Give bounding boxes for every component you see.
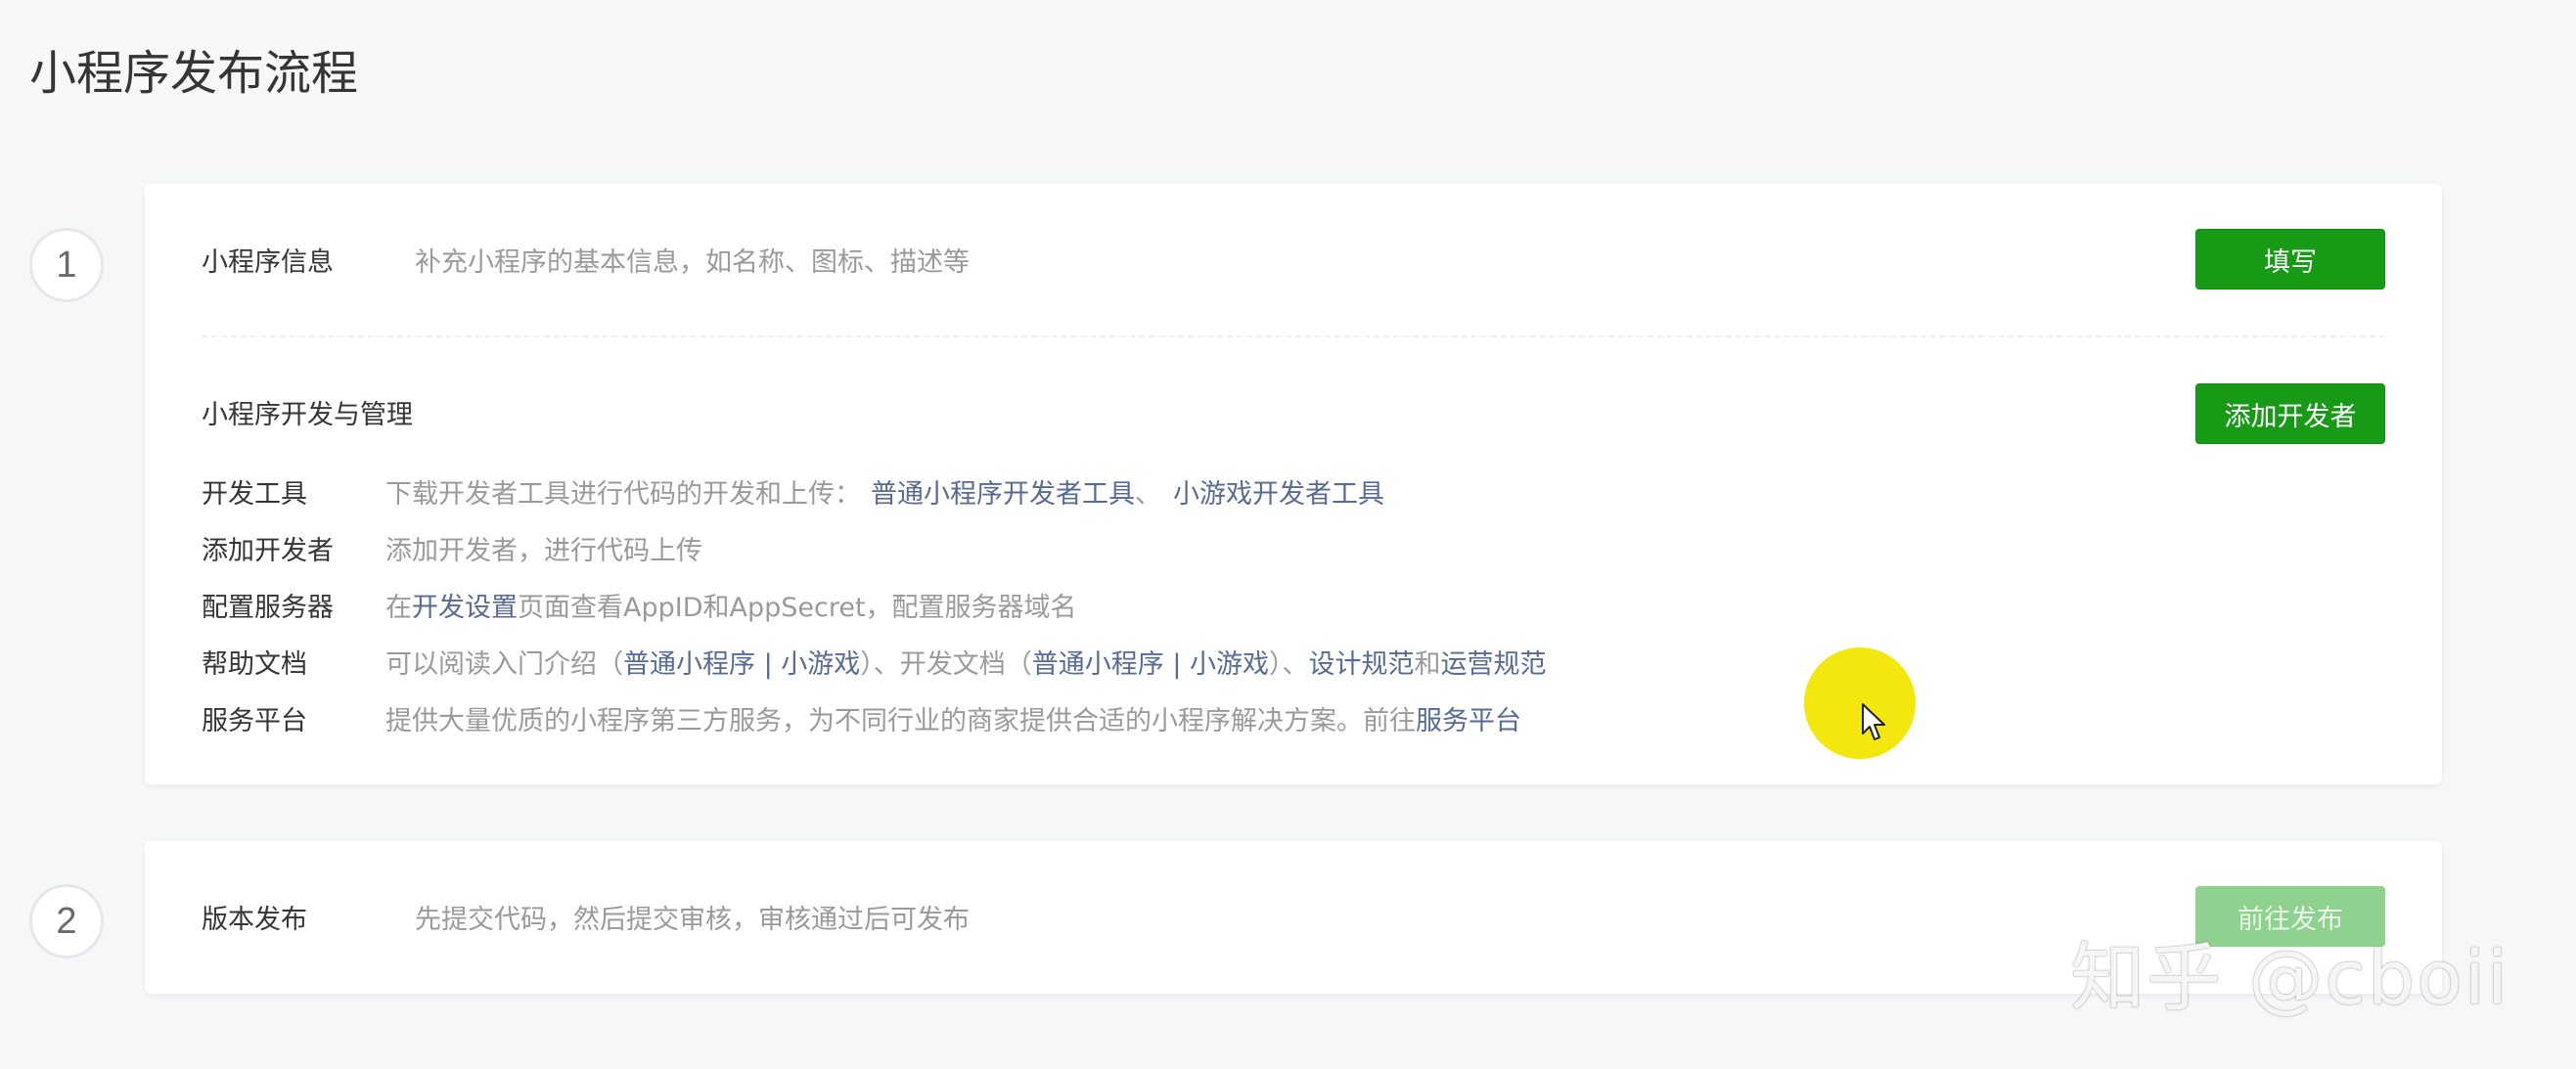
item-text: 提供大量优质的小程序第三方服务，为不同行业的商家提供合适的小程序解决方案。前往: [385, 705, 1416, 736]
item-text: 下载开发者工具进行代码的开发和上传：: [385, 478, 861, 510]
dev-management-title: 小程序开发与管理: [202, 400, 413, 430]
fill-in-button[interactable]: 填写: [2195, 229, 2385, 290]
link-service-platform[interactable]: 服务平台: [1416, 699, 1521, 737]
item-label: 添加开发者: [202, 535, 334, 566]
list-item-service-platform: 服务平台 提供大量优质的小程序第三方服务，为不同行业的商家提供合适的小程序解决方…: [202, 698, 1521, 737]
version-release-desc: 先提交代码，然后提交审核，审核通过后可发布: [415, 905, 970, 935]
item-text: 可以阅读入门介绍（: [385, 648, 623, 680]
list-item-dev-tools: 开发工具 下载开发者工具进行代码的开发和上传： 普通小程序开发者工具 、 小游戏…: [202, 471, 1384, 511]
page-title: 小程序发布流程: [29, 46, 359, 101]
add-developer-button[interactable]: 添加开发者: [2195, 383, 2385, 444]
list-item-config-server: 配置服务器 在 开发设置 页面查看AppID和AppSecret，配置服务器域名: [202, 585, 1077, 624]
link-mini-game-devtools[interactable]: 小游戏开发者工具: [1173, 472, 1384, 511]
list-item-add-developer: 添加开发者 添加开发者，进行代码上传: [202, 528, 702, 567]
item-text: 、: [1135, 478, 1161, 510]
list-item-help-docs: 帮助文档 可以阅读入门介绍（ 普通小程序 | 小游戏 ）、开发文档（ 普通小程序…: [202, 642, 1547, 681]
item-text: ）、开发文档（: [860, 648, 1032, 680]
link-dev-docs[interactable]: 普通小程序 | 小游戏: [1032, 643, 1269, 681]
cursor-highlight: [1804, 647, 1916, 759]
item-text: 添加开发者，进行代码上传: [385, 535, 702, 566]
section-divider: [202, 335, 2385, 337]
link-dev-settings[interactable]: 开发设置: [412, 586, 518, 624]
link-mini-program-devtools[interactable]: 普通小程序开发者工具: [871, 472, 1135, 511]
item-label: 开发工具: [202, 478, 307, 510]
link-design-guidelines[interactable]: 设计规范: [1309, 643, 1415, 681]
item-text: 页面查看AppID和AppSecret，配置服务器域名: [518, 592, 1077, 623]
mini-program-info-title: 小程序信息: [202, 247, 334, 278]
step-number-1: 1: [29, 228, 104, 302]
step-1-card: 小程序信息 补充小程序的基本信息，如名称、图标、描述等 填写 小程序开发与管理 …: [145, 184, 2442, 784]
step-number-2: 2: [29, 884, 104, 958]
link-operation-guidelines[interactable]: 运营规范: [1441, 643, 1547, 681]
item-text: 在: [385, 592, 412, 623]
watermark: 知乎 @cboii: [2070, 934, 2509, 1021]
item-text: 和: [1414, 648, 1441, 680]
item-label: 配置服务器: [202, 592, 334, 623]
item-label: 帮助文档: [202, 648, 307, 680]
item-text: ）、: [1269, 648, 1309, 680]
item-label: 服务平台: [202, 705, 307, 736]
link-intro-docs[interactable]: 普通小程序 | 小游戏: [623, 643, 860, 681]
mini-program-info-desc: 补充小程序的基本信息，如名称、图标、描述等: [415, 247, 970, 278]
mouse-pointer-icon: [1862, 703, 1885, 740]
version-release-title: 版本发布: [202, 905, 307, 935]
